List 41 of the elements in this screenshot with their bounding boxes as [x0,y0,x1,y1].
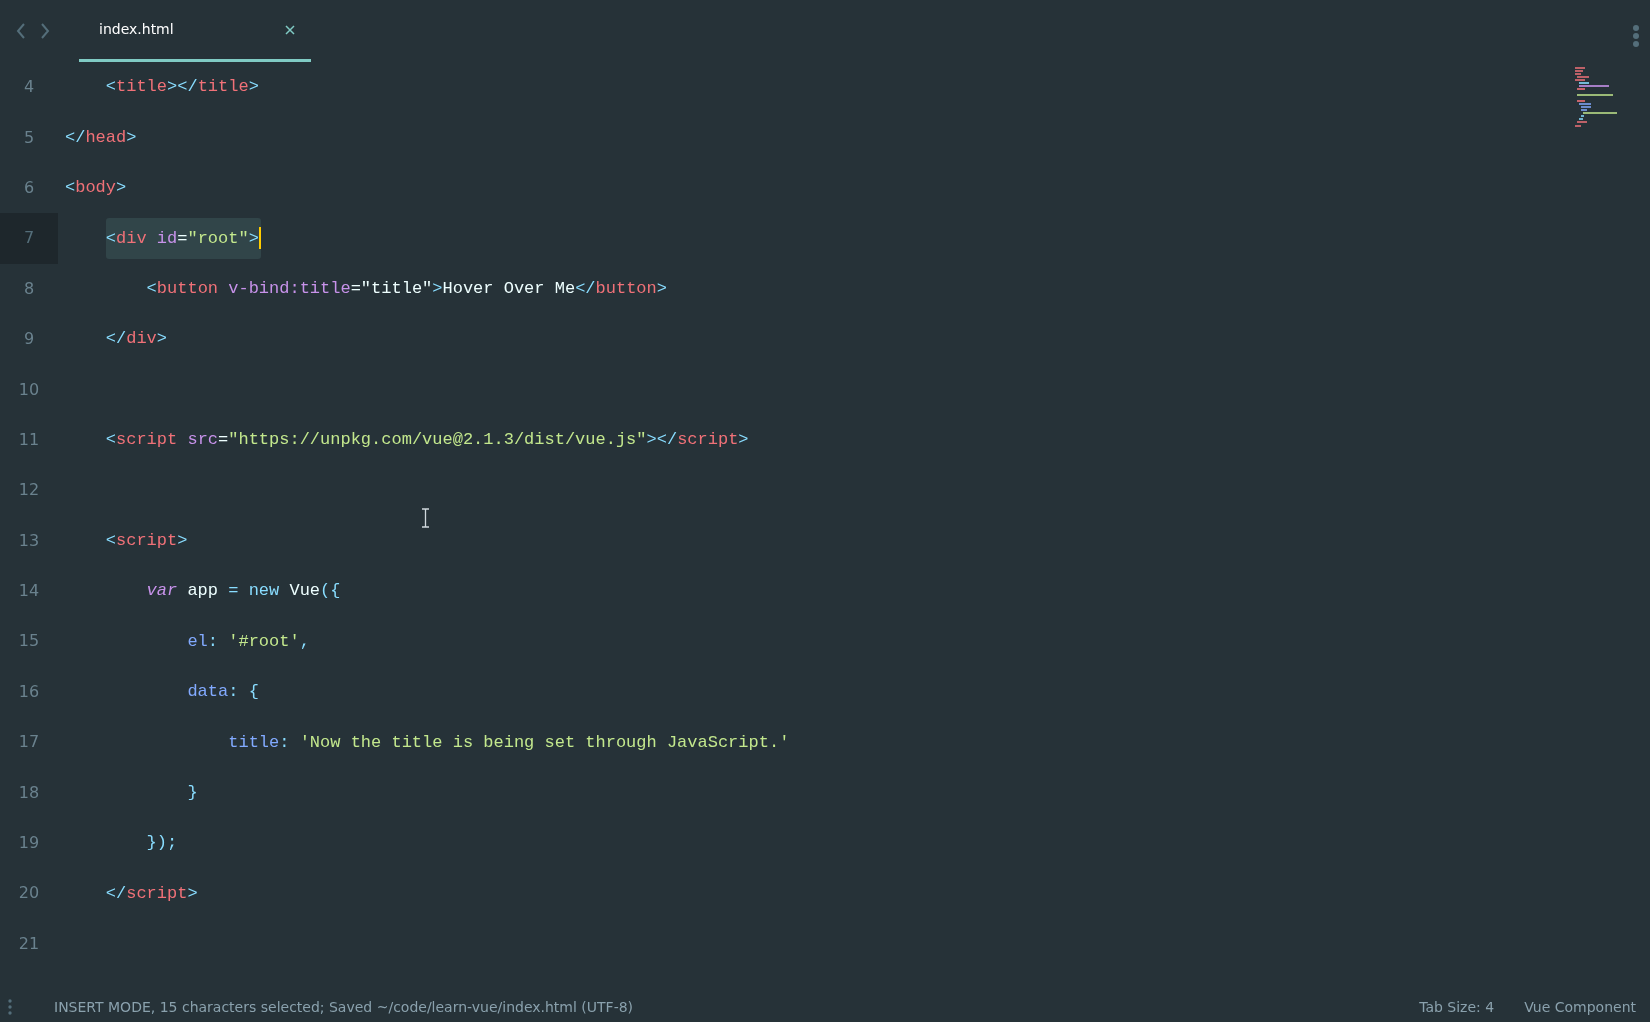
line-number: 8 [22,277,36,300]
code-line: <button v-bind:title="title">Hover Over Me</button> [145,278,667,300]
close-icon[interactable] [285,24,295,35]
code-line: </script> [104,882,198,905]
menu-dots-icon[interactable] [8,999,12,1015]
code-line: </div> [104,328,168,351]
more-options-icon[interactable] [1632,24,1640,48]
code-line: data: { [186,681,259,704]
code-line: el: '#root', [186,630,310,653]
code-line: var app = new Vue({ [145,580,341,603]
text-cursor-icon [421,508,430,528]
file-tab[interactable]: index.html [79,0,311,62]
line-number: 5 [22,126,36,149]
code-line: <title></title> [104,76,259,99]
line-number: 7 [0,213,58,264]
code-line: </head> [64,126,137,149]
line-number: 20 [17,882,41,905]
line-number: 10 [17,378,41,401]
line-number: 11 [17,428,41,451]
line-number: 4 [22,76,36,99]
code-line: title: 'Now the title is being set through JavaScript.' [227,731,790,754]
line-number: 13 [17,529,41,552]
line-number: 6 [22,176,36,199]
code-line: <script src="https://unpkg.com/vue@2.1.3/dist/vue.js"></script> [104,429,749,452]
line-number: 16 [17,680,41,703]
line-number: 12 [17,479,41,502]
status-message: INSERT MODE, 15 characters selected; Saved ~/code/learn-vue/index.html (UTF-8) [54,997,634,1017]
syntax-label[interactable]: Vue Component [1524,996,1636,1018]
code-line: }); [145,832,178,855]
line-number: 21 [17,932,41,955]
line-number: 19 [17,832,41,855]
line-number: 15 [17,630,41,653]
line-number: 9 [22,328,36,351]
tab-size-label[interactable]: Tab Size: 4 [1419,996,1495,1018]
line-number: 14 [17,580,41,603]
minimap-drawing[interactable] [1575,66,1620,128]
code-line: <script> [104,529,188,552]
code-line: <body> [64,177,127,200]
line-number: 17 [17,731,41,754]
code-line: } [186,781,198,804]
line-number: 18 [17,781,41,804]
